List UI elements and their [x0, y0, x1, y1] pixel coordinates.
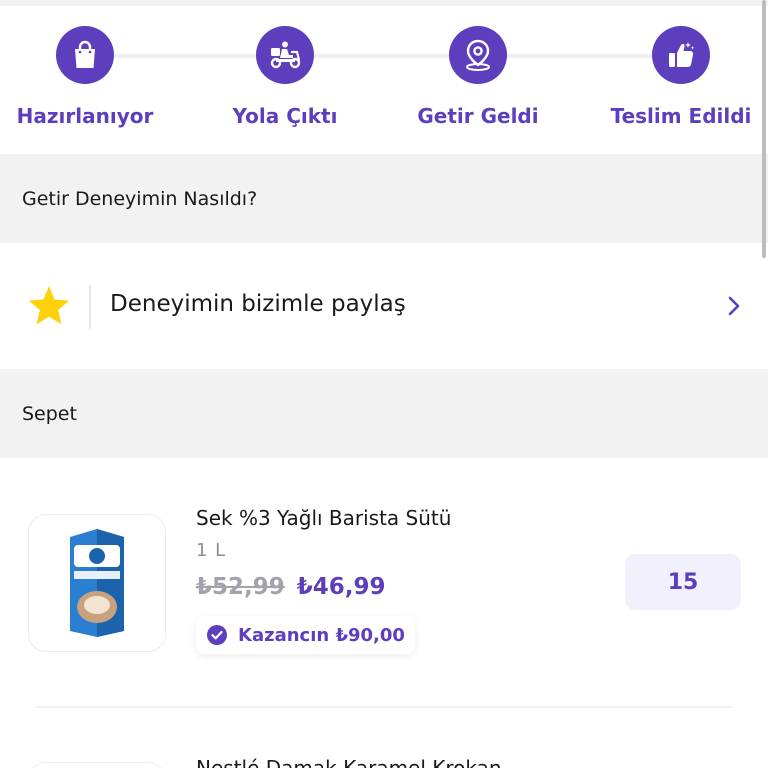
product-name: Nestlé Damak Karamel Krokan — [196, 756, 502, 768]
status-step-label: Yola Çıktı — [232, 104, 338, 128]
quantity-value: 15 — [667, 569, 699, 595]
status-step-arrived: Getir Geldi — [388, 26, 568, 128]
status-step-label: Teslim Edildi — [610, 104, 752, 128]
check-circle-icon — [207, 625, 227, 645]
quantity-badge: 15 — [625, 554, 741, 610]
product-image — [28, 762, 166, 768]
shopping-bag-icon — [56, 26, 114, 84]
product-name: Sek %3 Yağlı Barista Sütü — [196, 506, 452, 530]
scrollbar[interactable] — [762, 0, 766, 258]
status-step-preparing: Hazırlanıyor — [0, 26, 175, 128]
experience-section-title: Getir Deneyimin Nasıldı? — [22, 187, 258, 210]
item-divider — [36, 706, 732, 708]
order-status-tracker: Hazırlanıyor Yola Çıktı Getir Geldi Tesl… — [0, 6, 768, 154]
current-price: ₺46,99 — [296, 574, 386, 600]
status-step-on-the-way: Yola Çıktı — [195, 26, 375, 128]
chevron-right-icon — [728, 296, 740, 316]
status-step-label: Getir Geldi — [417, 104, 539, 128]
product-image — [28, 514, 166, 652]
vertical-divider — [89, 285, 91, 329]
product-prices: ₺52,99 ₺46,99 — [196, 574, 386, 600]
share-experience-label: Deneyimin bizimle paylaş — [110, 291, 406, 317]
cart-section-header: Sepet — [0, 369, 768, 458]
cart-item[interactable]: Sek %3 Yağlı Barista Sütü 1 L ₺52,99 ₺46… — [0, 458, 768, 758]
thumbs-up-icon — [652, 26, 710, 84]
experience-section-header: Getir Deneyimin Nasıldı? — [0, 154, 768, 243]
savings-badge: Kazancın ₺90,00 — [196, 616, 415, 654]
share-experience-row[interactable]: Deneyimin bizimle paylaş — [0, 243, 768, 369]
product-unit: 1 L — [196, 540, 227, 561]
star-icon — [28, 286, 70, 325]
savings-text: Kazancın ₺90,00 — [238, 624, 405, 646]
status-step-label: Hazırlanıyor — [16, 104, 154, 128]
old-price: ₺52,99 — [196, 574, 285, 600]
status-step-delivered: Teslim Edildi — [591, 26, 768, 128]
cart-section-title: Sepet — [22, 402, 77, 425]
courier-scooter-icon — [256, 26, 314, 84]
location-pin-icon — [449, 26, 507, 84]
